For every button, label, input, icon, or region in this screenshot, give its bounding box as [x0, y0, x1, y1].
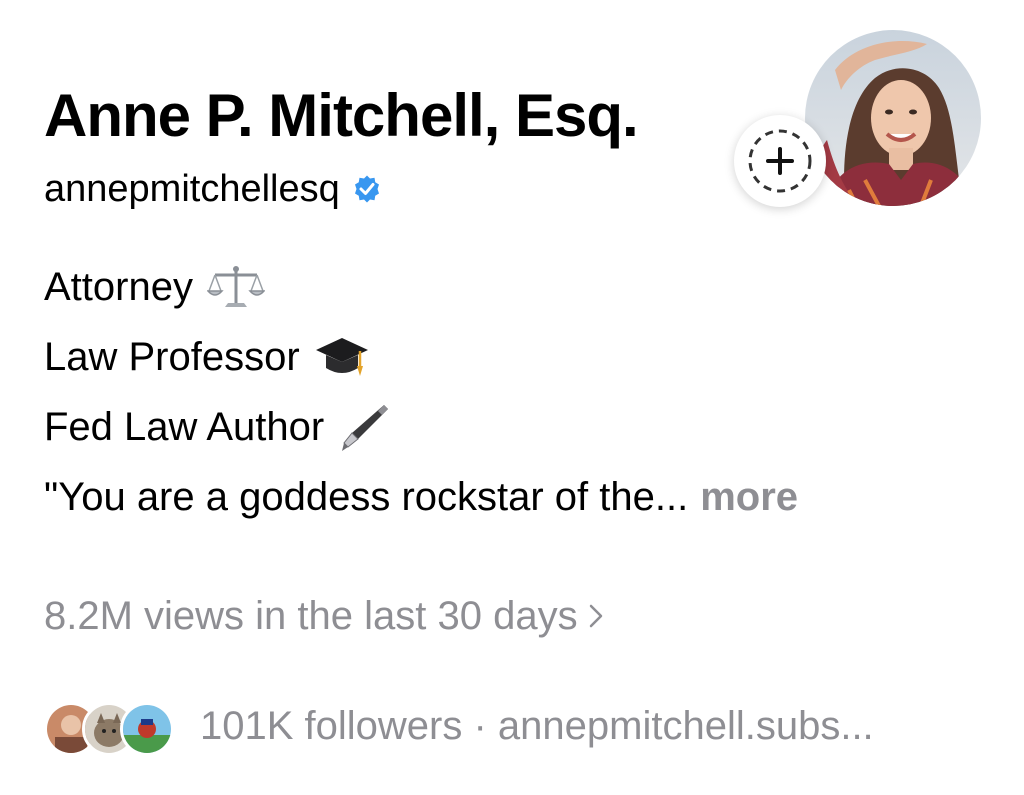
- bio-text: "You are a goddess rockstar of the...: [44, 475, 689, 519]
- plus-icon: [748, 129, 812, 193]
- balance-scale-icon: [206, 266, 265, 307]
- bio-text: Attorney: [44, 265, 193, 309]
- bio-line-professor: Law Professor: [44, 322, 944, 392]
- views-insight[interactable]: 8.2M views in the last 30 days: [44, 588, 604, 644]
- add-story-button[interactable]: [734, 115, 826, 207]
- more-link[interactable]: more: [700, 462, 798, 532]
- followers-row[interactable]: 101K followers · annepmitchell.subs...: [44, 696, 874, 756]
- fountain-pen-icon: [342, 405, 389, 451]
- profile-photo-icon: [805, 30, 981, 206]
- profile-header: Anne P. Mitchell, Esq. annepmitchellesq: [0, 0, 1024, 795]
- followers-text[interactable]: 101K followers · annepmitchell.subs...: [200, 698, 874, 754]
- profile-handle[interactable]: annepmitchellesq: [44, 164, 340, 214]
- handle-row[interactable]: annepmitchellesq: [44, 164, 382, 214]
- bio: Attorney Law Professor Fed Law Author "Y…: [44, 252, 944, 532]
- profile-name: Anne P. Mitchell, Esq.: [44, 82, 639, 149]
- bio-line-attorney: Attorney: [44, 252, 944, 322]
- bio-line-author: Fed Law Author: [44, 392, 944, 462]
- chevron-right-icon: [589, 604, 602, 628]
- bio-line-quote: "You are a goddess rockstar of the... mo…: [44, 462, 944, 532]
- verified-badge-icon: [354, 175, 379, 203]
- follower-facepile[interactable]: [44, 698, 174, 756]
- bio-text: Fed Law Author: [44, 405, 325, 449]
- follower-avatar-icon: [120, 702, 174, 756]
- graduation-cap-icon: [315, 338, 368, 376]
- views-text: 8.2M views in the last 30 days: [44, 594, 578, 638]
- avatar[interactable]: [805, 30, 981, 206]
- bio-text: Law Professor: [44, 335, 300, 379]
